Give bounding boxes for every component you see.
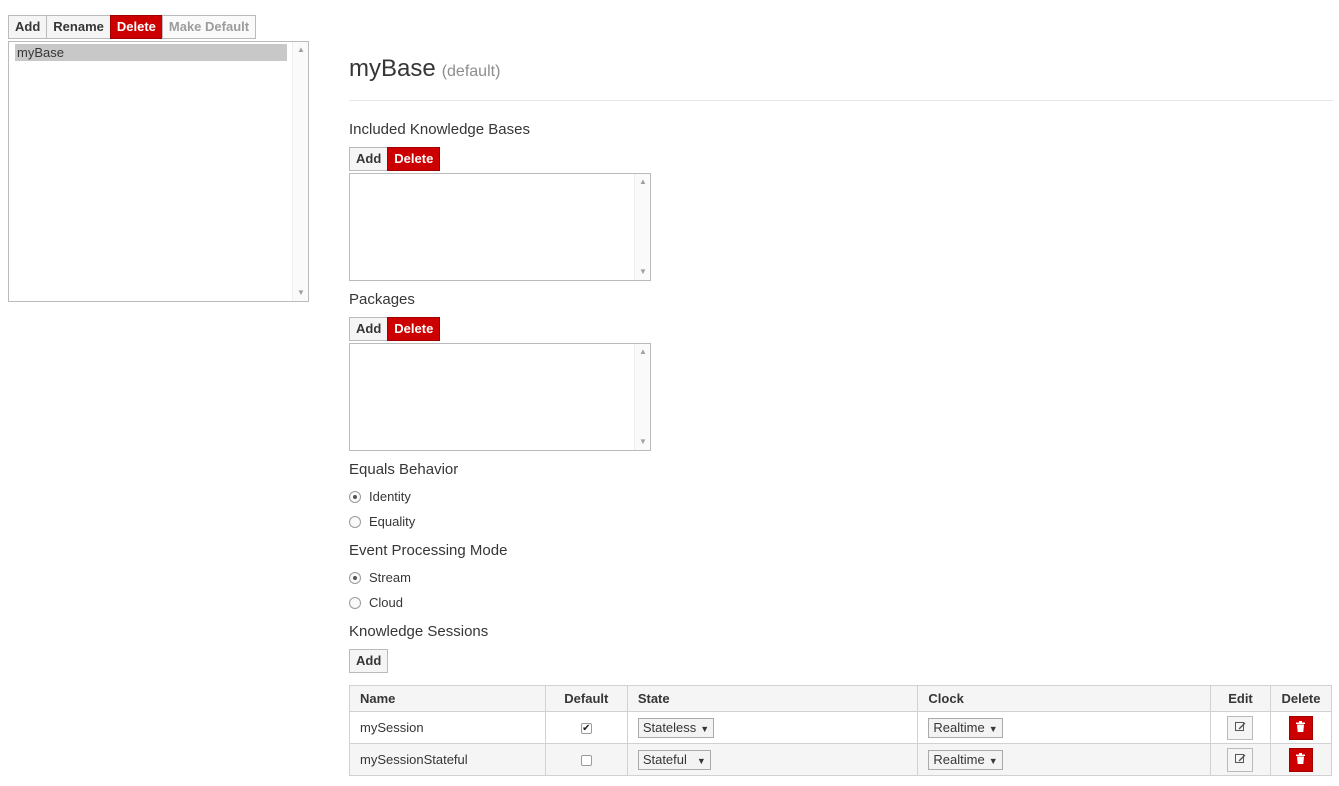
state-select[interactable]: Stateful ▼ <box>637 749 711 770</box>
stream-radio[interactable] <box>349 572 361 584</box>
knowledge-sessions-label: Knowledge Sessions <box>349 623 489 640</box>
state-value: Stateful <box>642 751 687 767</box>
make-default-button: Make Default <box>161 15 257 39</box>
kbase-title: myBase <box>349 55 436 82</box>
column-header-edit: Edit <box>1210 685 1271 712</box>
edit-session-button[interactable] <box>1227 715 1254 740</box>
scroll-up-icon[interactable]: ▲ <box>635 176 651 188</box>
session-name: mySessionStateful <box>349 743 546 776</box>
add-session-button[interactable]: Add <box>349 649 389 673</box>
table-row: mySession ✔ Stateless ▼ Realtime ▼ <box>349 711 1333 744</box>
kbase-toolbar: Add Rename Delete Make Default <box>8 15 257 39</box>
event-stream-option[interactable]: Stream <box>349 569 411 587</box>
kbase-list-item[interactable]: myBase <box>15 44 287 61</box>
title-divider <box>349 100 1333 101</box>
packages-toolbar: Add Delete <box>349 317 441 341</box>
packages-scrollbar[interactable]: ▲ ▼ <box>634 344 650 450</box>
clock-value: Realtime <box>933 751 985 767</box>
table-row: mySessionStateful Stateful ▼ Realtime ▼ <box>349 743 1333 776</box>
delete-included-kbase-button[interactable]: Delete <box>387 147 441 171</box>
kbase-list[interactable]: myBase ▲ ▼ <box>8 41 309 302</box>
included-kbases-list[interactable]: ▲ ▼ <box>349 173 651 281</box>
dropdown-caret-icon: ▼ <box>988 723 998 734</box>
event-cloud-option[interactable]: Cloud <box>349 594 403 612</box>
scroll-down-icon[interactable]: ▼ <box>293 287 309 299</box>
kbase-list-scrollbar[interactable]: ▲ ▼ <box>292 42 308 301</box>
default-badge: (default) <box>441 63 501 80</box>
edit-icon <box>1234 721 1246 731</box>
column-header-clock: Clock <box>917 685 1211 712</box>
included-kbases-scrollbar[interactable]: ▲ ▼ <box>634 174 650 280</box>
delete-session-button[interactable] <box>1288 747 1313 772</box>
column-header-default: Default <box>544 685 628 712</box>
clock-select[interactable]: Realtime ▼ <box>928 749 1003 770</box>
column-header-name: Name <box>349 685 546 712</box>
scroll-up-icon[interactable]: ▲ <box>293 44 309 56</box>
page-title: myBase (default) <box>349 55 500 83</box>
add-included-kbase-button[interactable]: Add <box>349 147 389 171</box>
identity-label: Identity <box>369 489 411 504</box>
identity-radio[interactable] <box>349 491 361 503</box>
default-checkbox[interactable]: ✔ <box>580 723 592 735</box>
column-header-state: State <box>626 685 919 712</box>
dropdown-caret-icon: ▼ <box>700 723 710 734</box>
dropdown-caret-icon: ▼ <box>696 755 706 766</box>
included-kbases-toolbar: Add Delete <box>349 147 441 171</box>
equals-equality-option[interactable]: Equality <box>349 513 415 531</box>
packages-list[interactable]: ▲ ▼ <box>349 343 651 451</box>
column-header-delete: Delete <box>1269 685 1333 712</box>
trash-icon <box>1296 752 1306 764</box>
table-header-row: Name Default State Clock Edit Delete <box>349 685 1333 712</box>
cloud-label: Cloud <box>369 595 403 610</box>
sessions-toolbar: Add <box>349 649 389 673</box>
equality-label: Equality <box>369 514 416 529</box>
trash-icon <box>1296 720 1306 732</box>
packages-label: Packages <box>349 291 415 308</box>
included-kbases-label: Included Knowledge Bases <box>349 121 530 138</box>
event-processing-label: Event Processing Mode <box>349 542 508 559</box>
equals-behavior-label: Equals Behavior <box>349 461 459 478</box>
default-checkbox[interactable] <box>580 755 592 767</box>
delete-package-button[interactable]: Delete <box>387 317 441 341</box>
state-select[interactable]: Stateless ▼ <box>637 717 715 738</box>
scroll-up-icon[interactable]: ▲ <box>635 346 651 358</box>
add-package-button[interactable]: Add <box>349 317 389 341</box>
clock-value: Realtime <box>933 719 985 735</box>
edit-session-button[interactable] <box>1227 747 1254 772</box>
state-value: Stateless <box>642 719 697 735</box>
rename-kbase-button[interactable]: Rename <box>46 15 111 39</box>
add-kbase-button[interactable]: Add <box>8 15 48 39</box>
clock-select[interactable]: Realtime ▼ <box>928 717 1003 738</box>
equality-radio[interactable] <box>349 516 361 528</box>
session-name: mySession <box>349 711 546 744</box>
dropdown-caret-icon: ▼ <box>988 755 998 766</box>
cloud-radio[interactable] <box>349 597 361 609</box>
sessions-table: Name Default State Clock Edit Delete myS… <box>349 685 1333 776</box>
equals-identity-option[interactable]: Identity <box>349 488 411 506</box>
delete-kbase-button[interactable]: Delete <box>109 15 163 39</box>
scroll-down-icon[interactable]: ▼ <box>635 266 651 278</box>
stream-label: Stream <box>369 570 411 585</box>
scroll-down-icon[interactable]: ▼ <box>635 436 651 448</box>
delete-session-button[interactable] <box>1288 715 1313 740</box>
edit-icon <box>1234 753 1246 763</box>
